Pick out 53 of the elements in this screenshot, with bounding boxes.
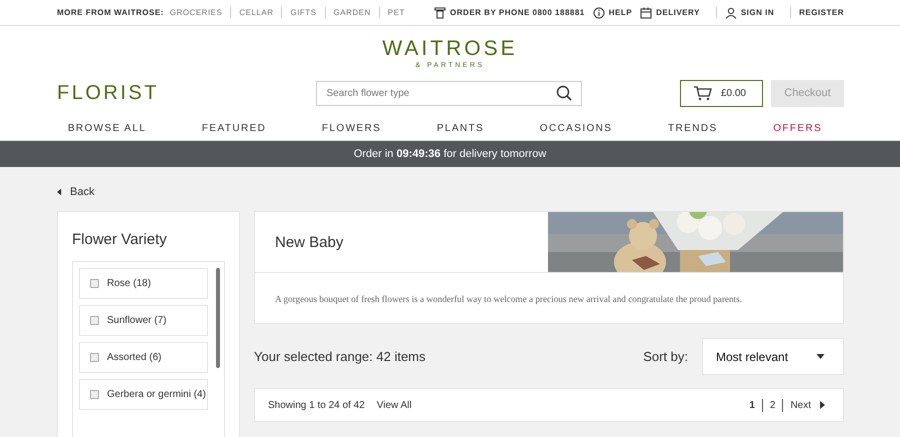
scrollbar[interactable] <box>216 268 220 368</box>
calendar-icon <box>640 6 652 18</box>
view-all-link[interactable]: View All <box>376 400 412 410</box>
sort-dropdown[interactable]: Most relevant <box>702 338 844 375</box>
filter-option[interactable]: Assorted (6) <box>79 342 208 373</box>
search-field[interactable]: Search flower type <box>316 80 582 106</box>
nav-link[interactable]: FEATURED <box>202 123 266 134</box>
utility-link[interactable]: HELP <box>608 8 632 17</box>
section-title: FLORIST <box>57 82 160 104</box>
checkbox[interactable] <box>90 279 99 288</box>
showing-count: Showing 1 to 24 of 42 <box>268 400 365 410</box>
category-title: New Baby <box>274 234 344 250</box>
utility-link[interactable]: SIGN IN <box>740 8 774 17</box>
results-summary: Your selected range: 42 items <box>254 349 426 364</box>
more-from-label: MORE FROM WAITROSE: <box>57 8 164 17</box>
filter-option[interactable]: Rose (18) <box>79 268 208 299</box>
category-description: A gorgeous bouquet of fresh flowers is a wonderful way to welcome a precious new arrival and congratulate the proud parents. <box>274 293 743 306</box>
caret-icon <box>816 354 825 359</box>
page-link[interactable]: 2 <box>770 400 776 410</box>
brand-link[interactable]: CELLAR <box>239 8 274 17</box>
filter-title: Flower Variety <box>72 231 168 248</box>
checkbox[interactable] <box>90 316 99 325</box>
checkbox[interactable] <box>90 353 99 362</box>
nav-link[interactable]: OFFERS <box>773 123 822 134</box>
caret-icon <box>57 188 62 196</box>
basket-button[interactable]: £0.00 <box>680 80 763 106</box>
logo-wordmark[interactable]: WAITROSE <box>382 38 518 60</box>
brand-link[interactable]: GROCERIES <box>170 8 222 17</box>
next-link[interactable]: Next <box>790 400 825 410</box>
nav-link[interactable]: TRENDS <box>668 123 718 134</box>
back-link[interactable]: Back <box>57 167 94 198</box>
cart-icon <box>693 85 713 101</box>
utility-link[interactable]: ORDER BY PHONE 0800 188881 <box>450 8 585 17</box>
utility-link[interactable]: DELIVERY <box>656 8 700 17</box>
nav-link[interactable]: OCCASIONS <box>540 123 612 134</box>
user-icon <box>724 6 737 18</box>
brand-link[interactable]: GIFTS <box>290 8 317 17</box>
info-icon <box>592 6 605 18</box>
search-icon[interactable] <box>556 85 572 101</box>
sort-label: Sort by: <box>643 349 688 364</box>
delivery-banner: Order in 09:49:36 for delivery tomorrow <box>0 141 900 167</box>
page-link[interactable]: 1 <box>749 400 755 410</box>
phone-icon <box>434 6 446 18</box>
filter-option[interactable]: Gerbera or germini (4) <box>79 379 208 410</box>
filter-option[interactable]: Sunflower (7) <box>79 305 208 336</box>
nav-link[interactable]: PLANTS <box>436 123 484 134</box>
caret-icon <box>820 401 825 409</box>
checkbox[interactable] <box>90 390 99 399</box>
nav-link[interactable]: BROWSE ALL <box>68 123 146 134</box>
utility-link[interactable]: REGISTER <box>799 8 844 17</box>
brand-link[interactable]: GARDEN <box>334 8 371 17</box>
nav-link[interactable]: FLOWERS <box>322 123 382 134</box>
brand-link[interactable]: PET <box>388 8 405 17</box>
